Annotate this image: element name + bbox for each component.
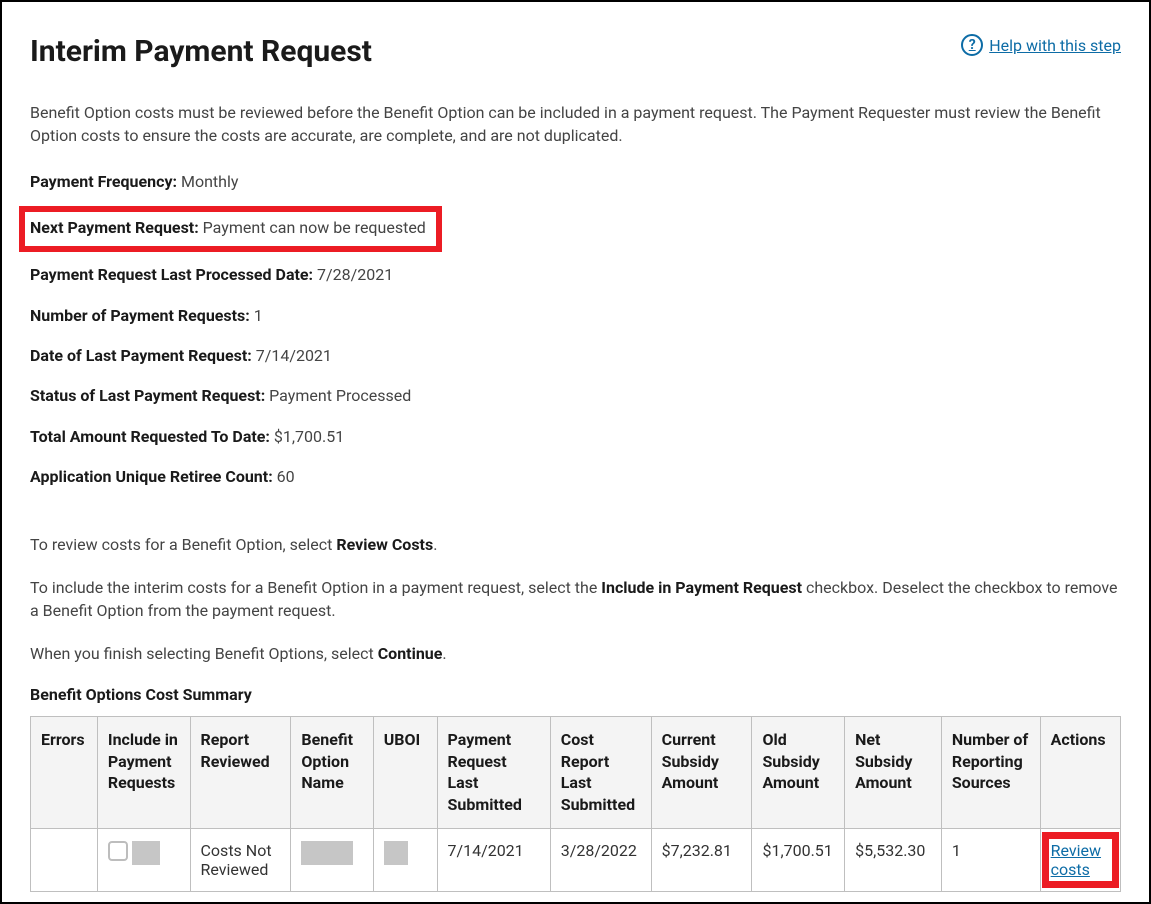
cell-report: Costs Not Reviewed xyxy=(190,828,291,891)
th-pr-date: Payment Request Last Submitted xyxy=(437,717,550,828)
th-net: Net Subsidy Amount xyxy=(845,717,942,828)
redacted-label xyxy=(132,841,160,865)
cell-old: $1,700.51 xyxy=(752,828,845,891)
payment-frequency-label: Payment Frequency: xyxy=(30,172,177,191)
th-uboi: UBOI xyxy=(373,717,437,828)
redacted-name xyxy=(301,841,353,865)
last-processed-label: Payment Request Last Processed Date: xyxy=(30,265,313,284)
th-report: Report Reviewed xyxy=(190,717,291,828)
help-link[interactable]: ? Help with this step xyxy=(961,34,1121,56)
cell-include xyxy=(97,828,190,891)
last-request-date-label: Date of Last Payment Request: xyxy=(30,346,252,365)
th-sources: Number of Reporting Sources xyxy=(941,717,1040,828)
total-requested-value: $1,700.51 xyxy=(270,427,344,446)
instruction-continue: When you finish selecting Benefit Option… xyxy=(30,642,1121,665)
table-row: Costs Not Reviewed 7/14/2021 3/28/2022 $… xyxy=(31,828,1121,891)
cell-actions: Review costs xyxy=(1040,828,1120,891)
th-errors: Errors xyxy=(31,717,98,828)
instruction-include: To include the interim costs for a Benef… xyxy=(30,576,1121,622)
last-status-value: Payment Processed xyxy=(265,386,411,405)
include-checkbox[interactable] xyxy=(108,841,128,861)
cell-net: $5,532.30 xyxy=(845,828,942,891)
cell-errors xyxy=(31,828,98,891)
num-requests-label: Number of Payment Requests: xyxy=(30,306,250,325)
next-payment-label: Next Payment Request: xyxy=(30,218,199,237)
last-request-date-value: 7/14/2021 xyxy=(252,346,332,365)
redacted-uboi xyxy=(384,841,408,865)
retiree-count-value: 60 xyxy=(273,467,295,486)
next-payment-highlight: Next Payment Request: Payment can now be… xyxy=(19,206,442,252)
next-payment-value: Payment can now be requested xyxy=(199,218,426,237)
th-actions: Actions xyxy=(1040,717,1120,828)
th-current: Current Subsidy Amount xyxy=(651,717,752,828)
num-requests-value: 1 xyxy=(250,306,263,325)
table-title: Benefit Options Cost Summary xyxy=(30,685,1121,704)
instruction-review: To review costs for a Benefit Option, se… xyxy=(30,533,1121,556)
cell-name xyxy=(291,828,373,891)
cell-current: $7,232.81 xyxy=(651,828,752,891)
th-old: Old Subsidy Amount xyxy=(752,717,845,828)
cell-cr-date: 3/28/2022 xyxy=(550,828,651,891)
page-title: Interim Payment Request xyxy=(30,34,372,69)
retiree-count-label: Application Unique Retiree Count: xyxy=(30,467,273,486)
cell-uboi xyxy=(373,828,437,891)
cell-pr-date: 7/14/2021 xyxy=(437,828,550,891)
benefit-options-table: Errors Include in Payment Requests Repor… xyxy=(30,716,1121,891)
intro-text: Benefit Option costs must be reviewed be… xyxy=(30,101,1121,147)
last-processed-value: 7/28/2021 xyxy=(313,265,393,284)
th-cr-date: Cost Report Last Submitted xyxy=(550,717,651,828)
review-costs-link[interactable]: Review costs xyxy=(1051,841,1101,879)
th-include: Include in Payment Requests xyxy=(97,717,190,828)
help-link-text: Help with this step xyxy=(989,36,1121,55)
payment-frequency-value: Monthly xyxy=(177,172,238,191)
cell-sources: 1 xyxy=(941,828,1040,891)
table-header-row: Errors Include in Payment Requests Repor… xyxy=(31,717,1121,828)
last-status-label: Status of Last Payment Request: xyxy=(30,386,265,405)
help-icon: ? xyxy=(961,34,983,56)
total-requested-label: Total Amount Requested To Date: xyxy=(30,427,270,446)
th-name: Benefit Option Name xyxy=(291,717,373,828)
